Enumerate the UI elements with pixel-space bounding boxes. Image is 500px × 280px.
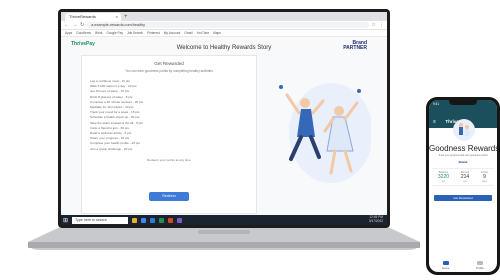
home-icon bbox=[442, 261, 449, 265]
stats-row: Balance 3220 pts Earned 214 pts Active 9 days bbox=[432, 168, 494, 186]
stat-unit: pts bbox=[463, 180, 467, 183]
redeem-button[interactable]: Redeem bbox=[149, 192, 189, 201]
bookmark-item[interactable]: Pinterest bbox=[147, 31, 160, 35]
browser-tabbar: ThriveRewards × + bbox=[61, 12, 387, 21]
forward-icon[interactable]: → bbox=[72, 22, 77, 28]
partner-line-2: PARTNER bbox=[343, 45, 367, 51]
back-icon[interactable]: ← bbox=[64, 22, 69, 28]
phone-device: 9:41 ≡ ThrivePay Goodness Rewards Track … bbox=[426, 97, 500, 275]
bookmark-item[interactable]: Apps bbox=[65, 31, 72, 35]
stat-item: Earned 214 pts bbox=[461, 171, 469, 183]
earn-list: Log a nutritious meal - 10 pts Walk 5,000… bbox=[90, 79, 256, 152]
bookmarks-bar: Apps Goodfirms Work Google Pay Job Search Pin… bbox=[61, 30, 387, 37]
phone-bottom-nav: Home Profile bbox=[429, 261, 497, 270]
taskbar-search[interactable]: Type here to search bbox=[72, 216, 129, 224]
tab-close-icon[interactable]: × bbox=[116, 13, 118, 21]
tab-title: ThriveRewards bbox=[69, 14, 96, 19]
stat-unit: pts bbox=[441, 180, 446, 183]
device-mockup: ThriveRewards × + ← → ↻ a.example-reward… bbox=[0, 0, 500, 280]
phone-notch bbox=[449, 100, 477, 105]
nav-profile[interactable]: Profile bbox=[476, 261, 484, 270]
card-footer: Redeem your points at any time bbox=[147, 157, 191, 162]
powerpoint-icon[interactable] bbox=[168, 217, 174, 223]
profile-icon bbox=[476, 261, 483, 265]
card-heading: Get Rewarded bbox=[154, 61, 184, 66]
bookmark-item[interactable]: Google Pay bbox=[106, 31, 123, 35]
bookmark-item[interactable]: YouTube bbox=[197, 31, 210, 35]
status-time: 9:41 bbox=[433, 102, 440, 106]
web-page: ThrivePay Welcome to Healthy Rewards Sto… bbox=[61, 37, 387, 215]
stat-item: Active 9 days bbox=[481, 171, 488, 183]
clock-date: 3/17/2022 bbox=[368, 219, 383, 223]
taskbar: ⊞ Type here to search 12:45 PM 3/17/2022 bbox=[61, 215, 387, 225]
bookmark-item[interactable]: Gmail bbox=[184, 31, 192, 35]
teams-icon[interactable] bbox=[177, 217, 183, 223]
bookmark-item[interactable]: Job Search bbox=[127, 31, 143, 35]
phone-title: Goodness Rewards bbox=[429, 144, 497, 153]
phone-screen: 9:41 ≡ ThrivePay Goodness Rewards Track … bbox=[429, 100, 497, 272]
stat-item: Balance 3220 pts bbox=[438, 171, 449, 183]
browser-window: ThriveRewards × + ← → ↻ a.example-reward… bbox=[61, 12, 387, 225]
laptop-screen: ThriveRewards × + ← → ↻ a.example-reward… bbox=[58, 9, 390, 228]
taskbar-clock[interactable]: 12:45 PM 3/17/2022 bbox=[369, 216, 385, 223]
new-tab-button[interactable]: + bbox=[124, 13, 128, 21]
reload-icon[interactable]: ↻ bbox=[80, 22, 84, 28]
menu-dots-icon[interactable]: ⋮ bbox=[379, 22, 384, 28]
menu-icon[interactable]: ≡ bbox=[433, 119, 436, 125]
phone-description: Track your progress and earn goodness po… bbox=[438, 154, 488, 157]
rewards-card: Get Rewarded You can earn goodness point… bbox=[81, 55, 257, 214]
bookmark-item[interactable]: Goodfirms bbox=[76, 31, 91, 35]
bookmark-item[interactable]: My Account bbox=[164, 31, 180, 35]
star-icon[interactable]: ☆ bbox=[372, 22, 376, 28]
nav-home-label: Home bbox=[442, 266, 450, 270]
phone-partner-logo: Brand bbox=[458, 160, 468, 164]
url-field[interactable]: a.example-rewards.com/healthy bbox=[87, 22, 369, 28]
card-intro: You can earn goodness points by completi… bbox=[125, 69, 213, 73]
celebration-illustration bbox=[279, 83, 371, 183]
file-explorer-icon[interactable] bbox=[132, 217, 138, 223]
chrome-icon[interactable] bbox=[141, 217, 147, 223]
page-title: Welcome to Healthy Rewards Story bbox=[176, 45, 272, 51]
stat-unit: days bbox=[481, 180, 488, 183]
word-icon[interactable] bbox=[150, 217, 156, 223]
earn-list-item: Join a group challenge - 20 pts bbox=[90, 146, 133, 151]
browser-tab[interactable]: ThriveRewards × bbox=[65, 13, 121, 21]
bookmark-item[interactable]: Maps bbox=[213, 31, 221, 35]
address-bar: ← → ↻ a.example-rewards.com/healthy ☆ ⋮ bbox=[61, 21, 387, 30]
rewards-illustration bbox=[453, 119, 475, 141]
get-rewarded-button[interactable]: Get Rewarded bbox=[434, 195, 492, 201]
partner-logo: Brand PARTNER bbox=[343, 41, 367, 51]
excel-icon[interactable] bbox=[159, 217, 165, 223]
bookmark-item[interactable]: Work bbox=[95, 31, 102, 35]
laptop-base bbox=[28, 228, 420, 250]
windows-start-icon[interactable]: ⊞ bbox=[63, 217, 68, 224]
nav-home[interactable]: Home bbox=[442, 261, 450, 270]
nav-profile-label: Profile bbox=[475, 266, 484, 270]
